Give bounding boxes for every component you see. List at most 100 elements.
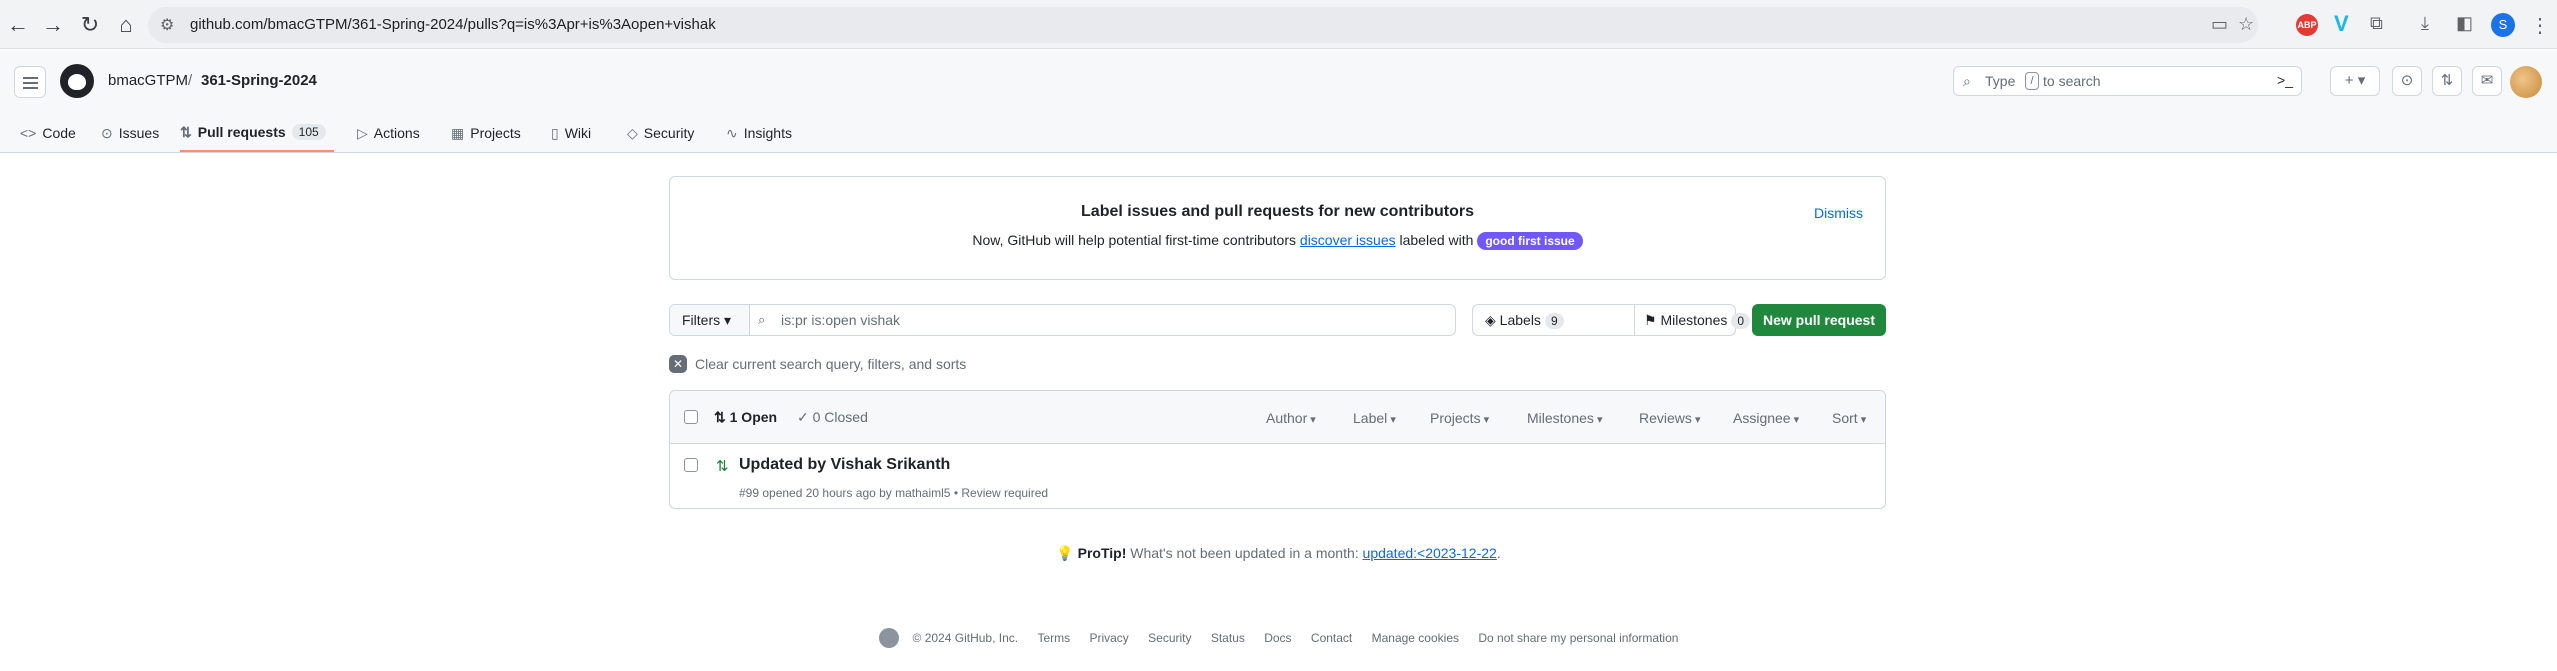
browser-toolbar: ← → ↻ ⌂ ⚙ github.com/bmacGTPM/361-Spring… xyxy=(0,0,2557,49)
tab-insights[interactable]: ∿ Insights xyxy=(726,114,792,152)
good-first-issue-label[interactable]: good first issue xyxy=(1477,232,1583,250)
tab-label: Pull requests xyxy=(197,124,286,140)
label-filter[interactable]: Label xyxy=(1353,410,1396,426)
profile-avatar[interactable]: S xyxy=(2491,13,2515,37)
footer: © 2024 GitHub, Inc. Terms Privacy Securi… xyxy=(0,628,2557,648)
browser-menu-icon[interactable]: ⋮ xyxy=(2530,13,2550,38)
closed-filter[interactable]: ✓ 0 Closed xyxy=(797,409,868,426)
tab-security[interactable]: ◇ Security xyxy=(627,114,694,152)
protip-link[interactable]: updated:<2023-12-22 xyxy=(1363,545,1497,561)
reload-icon[interactable]: ↻ xyxy=(77,12,103,38)
milestones-button[interactable]: ⚑ Milestones 0 xyxy=(1644,305,1751,335)
closed-count: 0 Closed xyxy=(812,409,868,425)
inbox-icon[interactable]: ✉ xyxy=(2472,66,2502,96)
tab-label: Security xyxy=(643,125,695,141)
milestone-icon: ⚑ xyxy=(1644,312,1657,328)
author-filter[interactable]: Author xyxy=(1266,410,1316,426)
tab-projects[interactable]: ▦ Projects xyxy=(451,114,521,152)
search-shortcut-key: / xyxy=(2025,72,2039,90)
issues-icon[interactable]: ⊙ xyxy=(2392,66,2422,96)
breadcrumb-repo[interactable]: 361-Spring-2024 xyxy=(201,72,317,89)
pull-requests-icon[interactable]: ⇅ xyxy=(2432,66,2462,96)
pr-title-link[interactable]: Updated by Vishak Srikanth xyxy=(739,456,950,474)
footer-link-security[interactable]: Security xyxy=(1148,631,1191,645)
breadcrumb-owner[interactable]: bmacGTPM xyxy=(108,72,188,89)
footer-link-privacy[interactable]: Privacy xyxy=(1089,631,1128,645)
command-palette-icon[interactable]: >_ xyxy=(2277,72,2293,88)
install-app-icon[interactable]: ▭ xyxy=(2211,14,2228,35)
home-icon[interactable]: ⌂ xyxy=(113,12,139,38)
tab-label: Code xyxy=(42,125,76,141)
create-new-button[interactable]: + ▾ xyxy=(2330,66,2380,96)
footer-link-docs[interactable]: Docs xyxy=(1264,631,1291,645)
select-all-checkbox[interactable] xyxy=(684,410,698,424)
protip-end: . xyxy=(1496,545,1501,561)
vimeo-extension-icon[interactable]: V xyxy=(2334,11,2349,37)
assignee-filter[interactable]: Assignee xyxy=(1733,410,1799,426)
reviews-filter[interactable]: Reviews xyxy=(1639,410,1700,426)
pr-list: ⇅ 1 Open ✓ 0 Closed Author Label Project… xyxy=(669,390,1886,509)
milestones-filter[interactable]: Milestones xyxy=(1527,410,1603,426)
open-count: 1 Open xyxy=(729,409,778,425)
download-icon[interactable]: ⤓ xyxy=(2421,13,2429,34)
url-text[interactable]: github.com/bmacGTPM/361-Spring-2024/pull… xyxy=(190,16,716,33)
discover-issues-link[interactable]: discover issues xyxy=(1300,232,1396,248)
pr-list-header: ⇅ 1 Open ✓ 0 Closed Author Label Project… xyxy=(670,391,1885,444)
extensions-icon[interactable]: ⧉ xyxy=(2370,13,2383,34)
tab-pull-requests[interactable]: ⇅ Pull requests 105 xyxy=(180,114,334,152)
graph-icon: ∿ xyxy=(726,124,738,141)
adblock-extension-icon[interactable]: ABP xyxy=(2296,14,2318,36)
tab-code[interactable]: <> Code xyxy=(20,114,76,152)
global-search-input[interactable]: ⌕ Type / to search >_ xyxy=(1953,66,2302,96)
side-panel-icon[interactable]: ◧ xyxy=(2456,13,2473,34)
footer-link-manage-cookies[interactable]: Manage cookies xyxy=(1372,631,1459,645)
book-icon: ▯ xyxy=(551,124,559,141)
check-icon: ✓ xyxy=(797,409,809,425)
projects-filter[interactable]: Projects xyxy=(1430,410,1489,426)
labels-button[interactable]: ◈ Labels 9 xyxy=(1485,305,1564,335)
filter-bar: Filters ▾ ⌕ xyxy=(669,304,1456,336)
protip-label: ProTip! xyxy=(1077,545,1127,561)
footer-link-contact[interactable]: Contact xyxy=(1311,631,1352,645)
labels-count: 9 xyxy=(1544,313,1564,329)
table-icon: ▦ xyxy=(451,124,465,141)
filters-dropdown-button[interactable]: Filters ▾ xyxy=(670,305,750,335)
new-pull-request-button[interactable]: New pull request xyxy=(1752,304,1886,336)
footer-link-terms[interactable]: Terms xyxy=(1037,631,1070,645)
github-mark-icon[interactable] xyxy=(878,628,899,648)
site-info-icon[interactable]: ⚙ xyxy=(160,15,174,35)
address-bar[interactable]: ⚙ github.com/bmacGTPM/361-Spring-2024/pu… xyxy=(148,7,2258,43)
banner-description: Now, GitHub will help potential first-ti… xyxy=(670,232,1885,250)
github-logo-icon[interactable] xyxy=(60,64,94,98)
tab-label: Insights xyxy=(743,125,792,141)
dismiss-button[interactable]: Dismiss xyxy=(1814,205,1863,221)
footer-link-do-not-share[interactable]: Do not share my personal information xyxy=(1478,631,1678,645)
open-filter[interactable]: ⇅ 1 Open xyxy=(714,409,777,426)
bookmark-star-icon[interactable]: ☆ xyxy=(2238,14,2254,35)
labels-label: Labels xyxy=(1499,312,1541,328)
lightbulb-icon: 💡 xyxy=(1056,545,1074,561)
tab-strip xyxy=(0,0,2557,3)
banner-title: Label issues and pull requests for new c… xyxy=(1081,203,1474,220)
play-icon: ▷ xyxy=(357,124,368,141)
protip-text: What's not been updated in a month: xyxy=(1126,545,1363,561)
clear-filters-link[interactable]: ✕ Clear current search query, filters, a… xyxy=(669,354,966,374)
tab-actions[interactable]: ▷ Actions xyxy=(357,114,420,152)
back-icon[interactable]: ← xyxy=(5,12,31,38)
tab-wiki[interactable]: ▯ Wiki xyxy=(551,114,591,152)
footer-copyright: © 2024 GitHub, Inc. xyxy=(912,631,1019,645)
footer-link-status[interactable]: Status xyxy=(1211,631,1245,645)
search-placeholder-suffix: to search xyxy=(2043,73,2101,89)
pr-search-input[interactable] xyxy=(781,312,1431,328)
user-avatar[interactable] xyxy=(2510,66,2542,98)
tab-issues[interactable]: ⊙ Issues xyxy=(101,114,159,152)
sort-filter[interactable]: Sort xyxy=(1832,410,1866,426)
divider xyxy=(1634,305,1635,335)
close-icon: ✕ xyxy=(669,355,687,373)
milestones-label: Milestones xyxy=(1660,312,1728,328)
milestones-count: 0 xyxy=(1731,313,1751,329)
tab-label: Projects xyxy=(470,125,521,141)
hamburger-menu-button[interactable] xyxy=(14,66,46,98)
row-checkbox[interactable] xyxy=(684,458,698,472)
forward-icon[interactable]: → xyxy=(40,12,66,38)
